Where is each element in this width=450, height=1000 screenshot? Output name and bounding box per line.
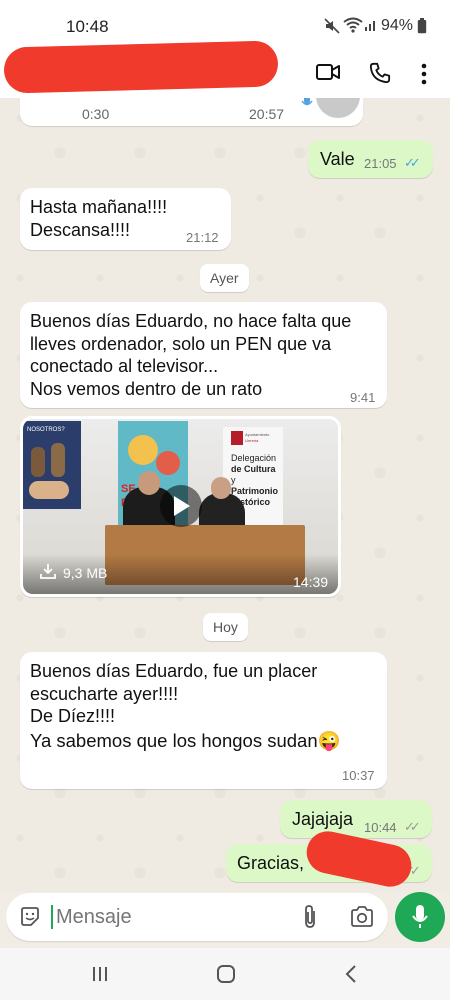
message-in[interactable]: Buenos días Eduardo, fue un placer escuc… [20, 652, 387, 789]
message-text: Hasta mañana!!!! Descansa!!!! [30, 197, 168, 240]
message-time: 21:05 [364, 156, 397, 171]
camera-icon[interactable] [350, 906, 374, 927]
banner-text: Llerena [245, 438, 259, 443]
microphone-icon [412, 905, 428, 928]
recent-apps-icon[interactable] [91, 965, 109, 983]
read-ticks-icon: ✓✓ [404, 155, 421, 170]
attach-icon[interactable] [302, 904, 318, 930]
delivered-ticks-icon: ✓✓ [404, 819, 421, 834]
back-icon[interactable] [344, 964, 358, 984]
avatar [316, 98, 360, 118]
video-size: 9,3 MB [63, 565, 108, 581]
video-call-icon[interactable] [316, 63, 340, 81]
sticker-icon[interactable] [19, 906, 41, 928]
chat-area[interactable]: 0:30 20:57 Vale 21:05 ✓✓ Hasta mañana!!!… [0, 98, 450, 892]
more-options-icon[interactable] [420, 63, 428, 85]
message-in[interactable]: Buenos días Eduardo, no hace falta que l… [20, 302, 387, 408]
system-nav-bar [0, 948, 450, 1000]
battery-icon [417, 18, 427, 34]
banner-text: Ayuntamiento [245, 432, 270, 437]
message-in[interactable]: Hasta mañana!!!! Descansa!!!! 21:12 [20, 188, 231, 250]
home-icon[interactable] [216, 964, 236, 984]
voice-note-bubble[interactable]: 0:30 20:57 [20, 98, 363, 126]
message-time: 10:44 [364, 820, 397, 835]
message-text: Buenos días Eduardo, no hace falta que l… [30, 311, 352, 399]
poster-text: NOSOTROS? [27, 427, 65, 433]
banner-text: de Cultura [231, 464, 276, 474]
message-text: Jajajaja [292, 809, 354, 829]
mic-small-icon [301, 98, 313, 106]
message-text: Buenos días Eduardo, fue un placer escuc… [30, 661, 318, 726]
voice-record-button[interactable] [395, 892, 445, 942]
banner-text: y [231, 475, 236, 485]
phone-call-icon[interactable] [369, 62, 391, 84]
date-chip-hoy: Hoy [203, 613, 248, 641]
date-chip-ayer: Ayer [200, 264, 249, 292]
video-thumbnail[interactable]: NOSOTROS? SE DE Ayuntamiento Llerena Del… [23, 419, 338, 594]
message-text: Vale [320, 149, 355, 169]
play-icon [174, 496, 190, 516]
message-time: 21:12 [186, 230, 219, 245]
message-out[interactable]: Jajajaja 10:44 ✓✓ [280, 800, 432, 838]
message-out[interactable]: Vale 21:05 ✓✓ [308, 140, 433, 178]
message-time: 9:41 [350, 390, 376, 405]
message-text: Ya sabemos que los hongos sudan😜 [30, 730, 341, 751]
download-icon[interactable] [40, 563, 56, 579]
poster-left: NOSOTROS? [23, 421, 81, 509]
status-time: 10:48 [66, 17, 109, 36]
voice-note-time: 20:57 [249, 106, 285, 122]
banner-text: Delegación [231, 453, 277, 463]
text-cursor [51, 905, 53, 929]
banner-text: Patrimonio [231, 486, 279, 496]
message-input-bar[interactable] [6, 893, 388, 941]
crest-icon [231, 431, 243, 445]
wifi-icon [343, 17, 363, 33]
message-text: Gracias, [237, 853, 305, 873]
signal-icon [365, 21, 375, 31]
video-duration: 14:39 [293, 574, 329, 590]
battery-percentage: 94% [381, 17, 414, 34]
mute-icon [324, 18, 340, 34]
video-message[interactable]: NOSOTROS? SE DE Ayuntamiento Llerena Del… [20, 416, 341, 597]
message-input[interactable] [54, 901, 278, 933]
voice-note-duration: 0:30 [82, 106, 110, 122]
redaction-contact-name [3, 40, 279, 94]
play-button[interactable] [160, 485, 202, 527]
message-time: 10:37 [342, 768, 375, 783]
